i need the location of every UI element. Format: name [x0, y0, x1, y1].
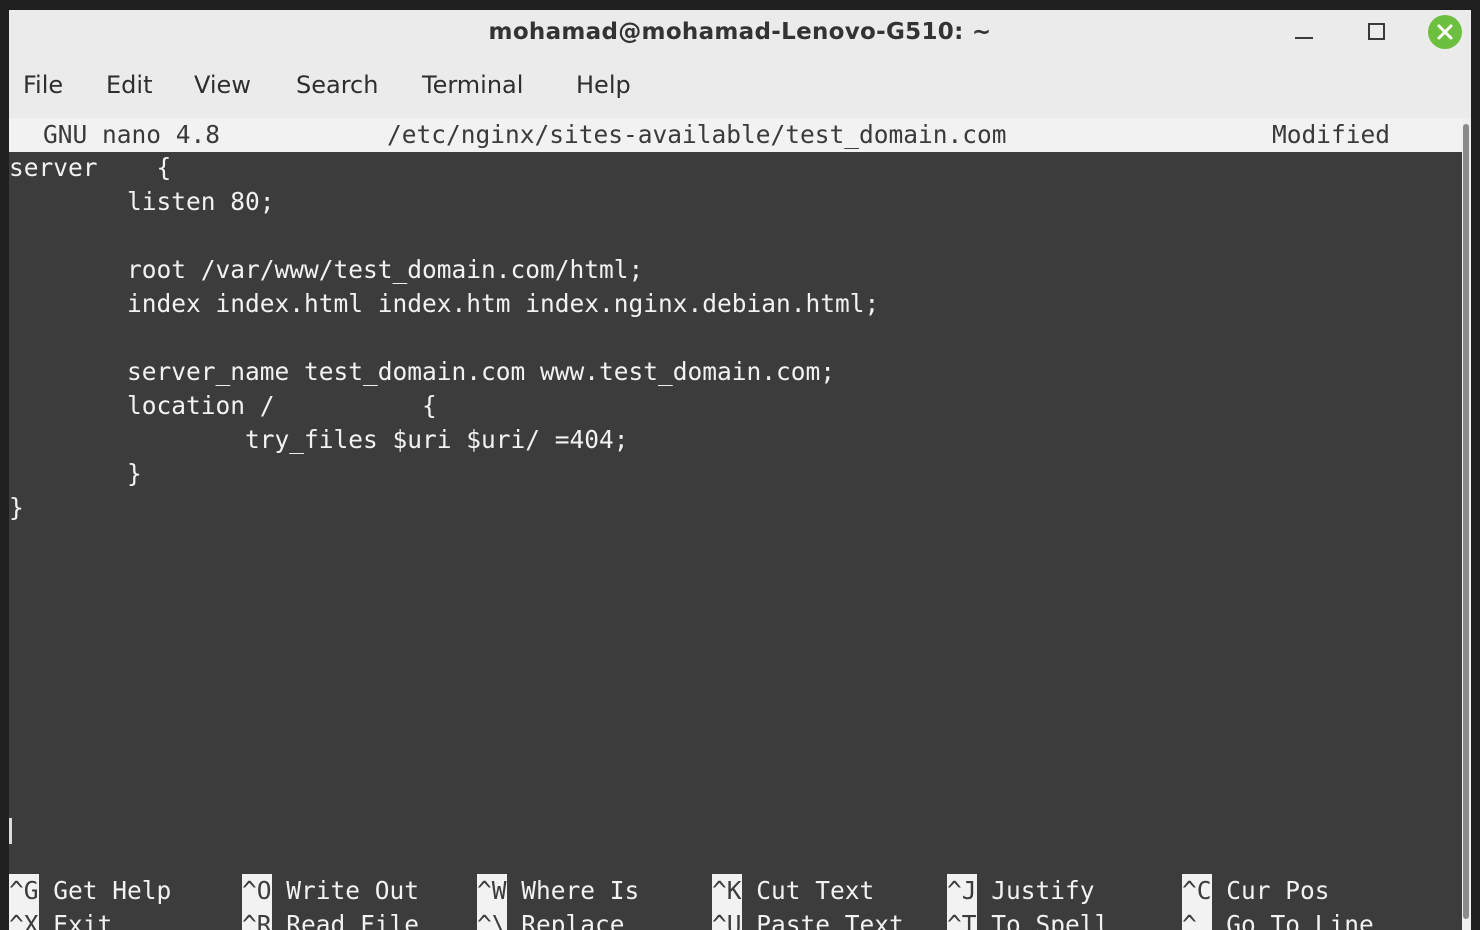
shortcut-write-out[interactable]: ^O Write Out — [242, 874, 419, 908]
title-bar[interactable]: mohamad@mohamad-Lenovo-G510: ~ — [9, 10, 1471, 54]
scrollbar[interactable] — [1462, 118, 1471, 930]
code-line: try_files $uri $uri/ =404; — [9, 425, 629, 454]
menu-help[interactable]: Help — [576, 71, 631, 99]
code-line: root /var/www/test_domain.com/html; — [9, 255, 644, 284]
terminal-window: mohamad@mohamad-Lenovo-G510: ~ File Edit… — [9, 10, 1471, 930]
shortcut-key: ^J — [947, 874, 977, 908]
menu-bar: File Edit View Search Terminal Help — [9, 67, 1471, 107]
shortcut-key: ^T — [947, 908, 977, 930]
window-title: mohamad@mohamad-Lenovo-G510: ~ — [488, 19, 992, 45]
shortcut-key: ^C — [1182, 874, 1212, 908]
shortcut-exit[interactable]: ^X Exit — [9, 908, 112, 930]
nano-status: Modified — [1272, 120, 1391, 149]
shortcut-label: Go To Line — [1226, 910, 1374, 930]
menu-edit[interactable]: Edit — [106, 71, 152, 99]
shortcut-label: Write Out — [286, 876, 420, 905]
code-line: server { — [9, 153, 172, 182]
minimize-button[interactable] — [1286, 16, 1322, 48]
close-button[interactable] — [1427, 14, 1463, 50]
shortcut-key: ^W — [477, 874, 507, 908]
shortcut-key: ^O — [242, 874, 272, 908]
menu-search[interactable]: Search — [296, 71, 378, 99]
shortcut-key: ^_ — [1182, 908, 1212, 930]
shortcut-label: Where Is — [521, 876, 640, 905]
shortcut-key: ^G — [9, 874, 39, 908]
menu-view[interactable]: View — [194, 71, 251, 99]
shortcut-key: ^R — [242, 908, 272, 930]
shortcut-get-help[interactable]: ^G Get Help — [9, 874, 171, 908]
menu-file[interactable]: File — [23, 71, 63, 99]
maximize-button[interactable] — [1359, 16, 1395, 48]
code-line: server_name test_domain.com www.test_dom… — [9, 357, 836, 386]
shortcut-key: ^X — [9, 908, 39, 930]
shortcut-justify[interactable]: ^J Justify — [947, 874, 1095, 908]
maximize-icon — [1368, 23, 1385, 40]
shortcut-where-is[interactable]: ^W Where Is — [477, 874, 639, 908]
shortcut-to-spell[interactable]: ^T To Spell — [947, 908, 1109, 930]
code-line: index index.html index.htm index.nginx.d… — [9, 289, 880, 318]
code-line: } — [9, 459, 142, 488]
shortcut-label: Replace — [521, 910, 625, 930]
shortcut-label: Read File — [286, 910, 420, 930]
nano-header: GNU nano 4.8 /etc/nginx/sites-available/… — [9, 118, 1462, 152]
shortcut-key: ^U — [712, 908, 742, 930]
shortcut-key: ^K — [712, 874, 742, 908]
code-line: listen 80; — [9, 187, 275, 216]
shortcut-label: Cur Pos — [1226, 876, 1330, 905]
nano-filename: /etc/nginx/sites-available/test_domain.c… — [387, 120, 1007, 149]
minimize-icon — [1295, 37, 1313, 39]
shortcut-label: Paste Text — [756, 910, 904, 930]
close-icon — [1428, 15, 1462, 49]
shortcut-label: Justify — [991, 876, 1095, 905]
code-line: location / { — [9, 391, 437, 420]
shortcut-paste-text[interactable]: ^U Paste Text — [712, 908, 904, 930]
terminal-area[interactable]: GNU nano 4.8 /etc/nginx/sites-available/… — [9, 118, 1462, 930]
code-line: } — [9, 493, 24, 522]
nano-version: GNU nano 4.8 — [43, 120, 221, 149]
shortcut-replace[interactable]: ^\ Replace — [477, 908, 625, 930]
shortcut-key: ^\ — [477, 908, 507, 930]
scrollbar-thumb[interactable] — [1463, 124, 1469, 919]
shortcut-cur-pos[interactable]: ^C Cur Pos — [1182, 874, 1330, 908]
shortcut-go-to-line[interactable]: ^_ Go To Line — [1182, 908, 1374, 930]
shortcut-label: Cut Text — [756, 876, 875, 905]
shortcut-label: Get Help — [53, 876, 172, 905]
shortcut-label: Exit — [53, 910, 113, 930]
shortcut-cut-text[interactable]: ^K Cut Text — [712, 874, 874, 908]
shortcut-read-file[interactable]: ^R Read File — [242, 908, 419, 930]
shortcut-label: To Spell — [991, 910, 1110, 930]
text-cursor — [9, 818, 12, 844]
menu-terminal[interactable]: Terminal — [422, 71, 523, 99]
